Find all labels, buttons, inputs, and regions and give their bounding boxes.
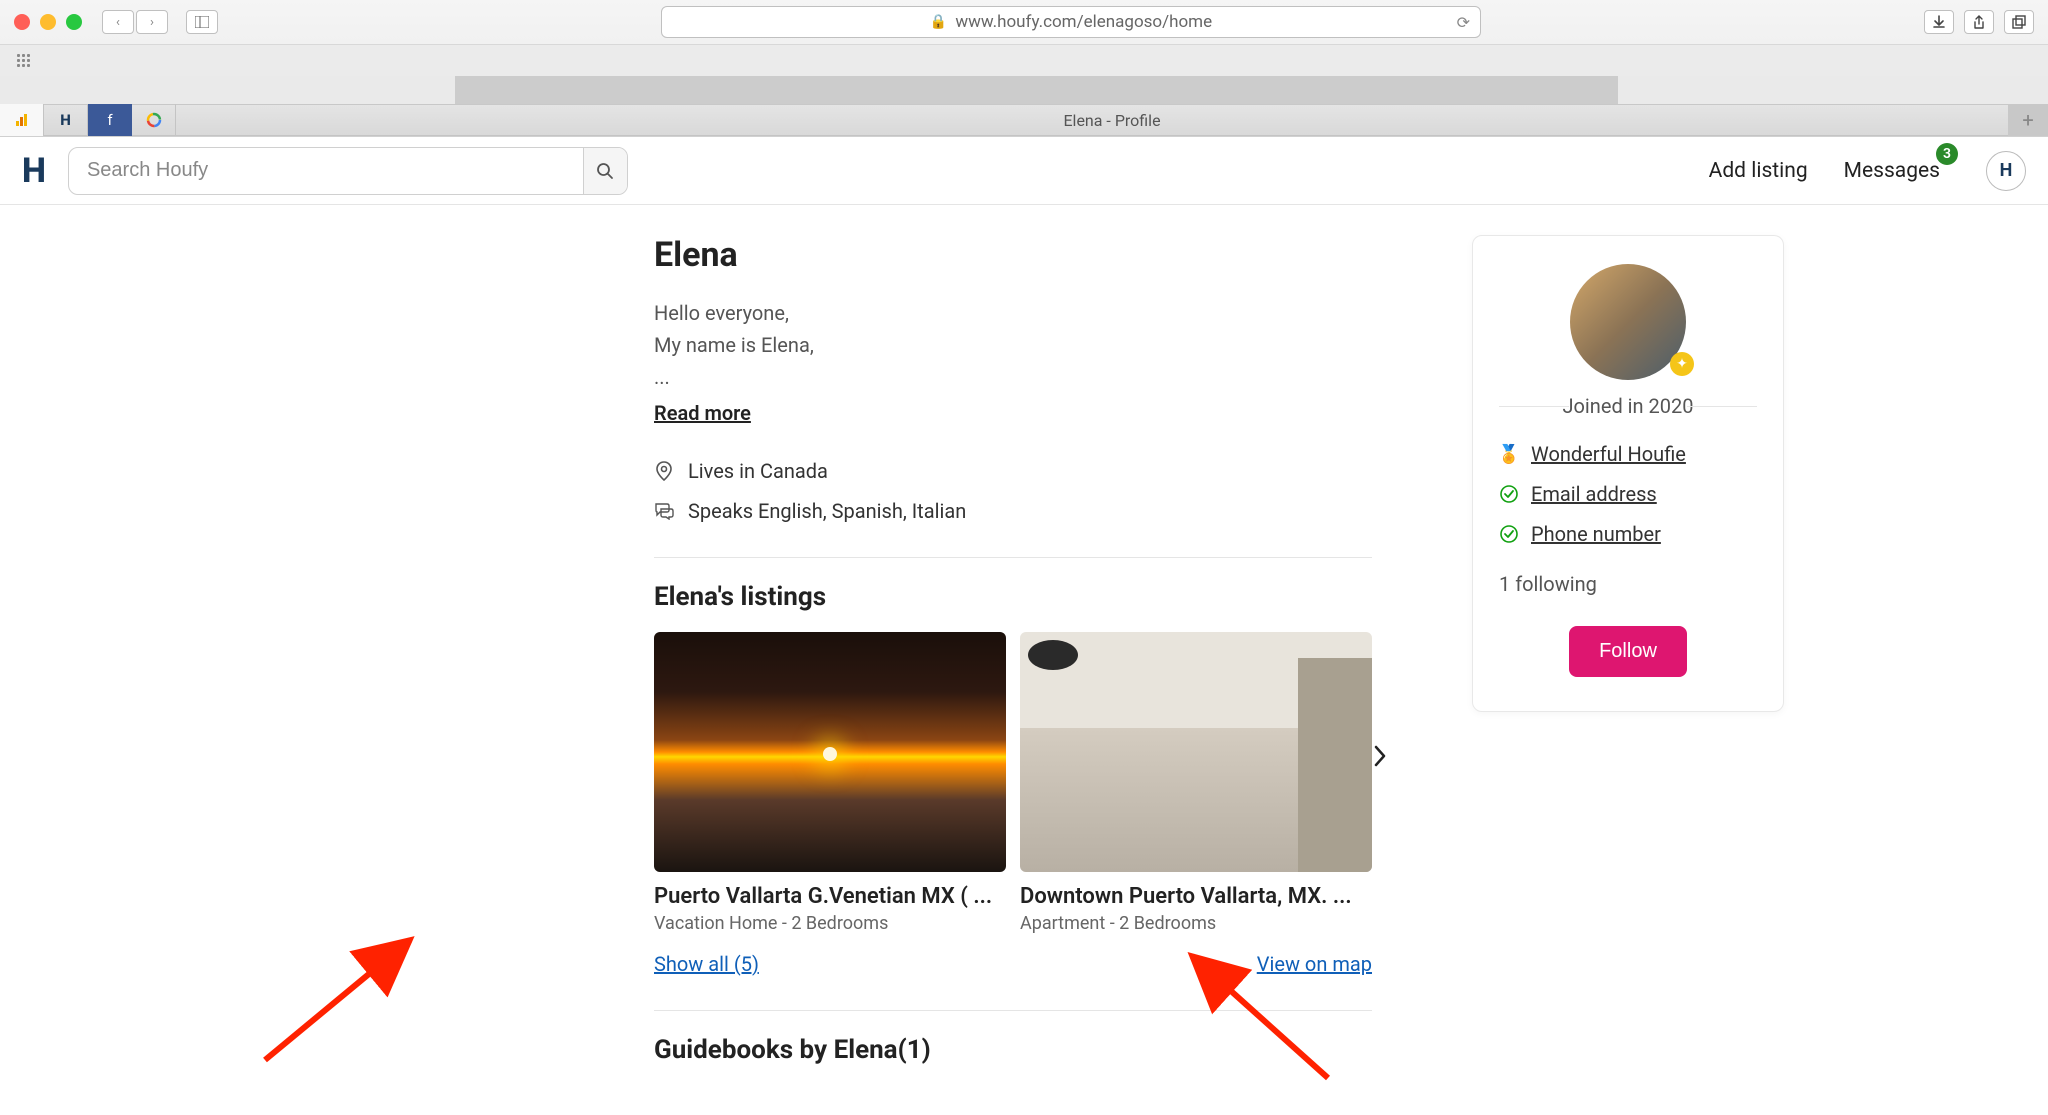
share-icon[interactable] [1964,10,1994,34]
listings-carousel: Puerto Vallarta G.Venetian MX ( ... Vaca… [654,632,1372,934]
site-logo[interactable]: H [22,151,44,191]
messages-link[interactable]: Messages 3 [1838,151,1946,191]
reload-icon[interactable]: ⟳ [1457,13,1470,32]
listing-title: Puerto Vallarta G.Venetian MX ( ... [654,884,1006,909]
section-divider [654,557,1372,558]
follow-button[interactable]: Follow [1569,626,1687,677]
url-text: www.houfy.com/elenagoso/home [955,12,1212,32]
window-controls [14,14,82,30]
tab-title[interactable]: Elena - Profile [176,111,2048,130]
check-circle-icon [1499,484,1519,504]
listing-card[interactable]: Puerto Vallarta G.Venetian MX ( ... Vaca… [654,632,1006,934]
phone-verified-row[interactable]: Phone number [1499,522,1757,546]
close-window-button[interactable] [14,14,30,30]
profile-name: Elena [654,235,1372,275]
toolbar-spacer [0,76,2048,104]
page-body: Elena Hello everyone, My name is Elena, … [224,205,1824,1115]
section-divider [654,1010,1372,1011]
search-input[interactable] [69,159,583,182]
info-languages: Speaks English, Spanish, Italian [654,499,1372,523]
tabs-icon[interactable] [2004,10,2034,34]
favicon-houfy[interactable]: H [44,104,88,136]
check-circle-icon [1499,524,1519,544]
profile-avatar[interactable] [1570,264,1686,380]
email-label: Email address [1531,482,1657,506]
listing-subtitle: Apartment - 2 Bedrooms [1020,913,1372,934]
download-icon[interactable] [1924,10,1954,34]
bio-line-3: ... [654,361,1372,393]
maximize-window-button[interactable] [66,14,82,30]
listing-card[interactable]: Downtown Puerto Vallarta, MX. ... Apartm… [1020,632,1372,934]
listing-title: Downtown Puerto Vallarta, MX. ... [1020,884,1372,909]
wonderful-houfie-label: Wonderful Houfie [1531,442,1686,466]
tab-bar: H f Elena - Profile + [0,104,2048,136]
site-header: H Add listing Messages 3 H [0,137,2048,205]
back-button[interactable]: ‹ [102,10,134,34]
wonderful-houfie-row[interactable]: 🏅 Wonderful Houfie [1499,442,1757,466]
new-tab-button[interactable]: + [2008,104,2048,136]
bio-line-1: Hello everyone, [654,297,1372,329]
following-count[interactable]: 1 following [1499,572,1757,596]
chat-bubble-icon [654,501,674,521]
search-button[interactable] [583,147,627,195]
info-location: Lives in Canada [654,459,1372,483]
listing-subtitle: Vacation Home - 2 Bedrooms [654,913,1006,934]
profile-sidebar-card: ✦ Joined in 2020 🏅 Wonderful Houfie Emai… [1472,235,1784,712]
listing-image [1020,632,1372,872]
lock-icon: 🔒 [930,14,947,30]
languages-text: Speaks English, Spanish, Italian [688,499,966,523]
verified-badge-icon: ✦ [1670,352,1694,376]
email-verified-row[interactable]: Email address [1499,482,1757,506]
favicon-google[interactable] [132,104,176,136]
bookmarks-bar [0,44,2048,76]
messages-label: Messages [1844,159,1940,183]
browser-chrome: ‹ › 🔒 www.houfy.com/elenagoso/home ⟳ [0,0,2048,137]
favicon-facebook[interactable]: f [88,104,132,136]
show-all-link[interactable]: Show all (5) [654,952,759,976]
location-pin-icon [654,461,674,481]
search-icon [596,162,614,180]
chevron-right-icon [1373,745,1387,767]
medal-icon: 🏅 [1499,444,1519,464]
apps-grid-icon[interactable] [14,52,32,70]
user-avatar[interactable]: H [1986,151,2026,191]
guidebooks-heading: Guidebooks by Elena(1) [654,1035,1372,1065]
url-bar[interactable]: 🔒 www.houfy.com/elenagoso/home ⟳ [661,6,1481,38]
sidebar-toggle-icon[interactable] [186,10,218,34]
read-more-link[interactable]: Read more [654,401,751,425]
favicon-analytics[interactable] [0,104,44,136]
search-container [68,147,628,195]
forward-button[interactable]: › [136,10,168,34]
carousel-next-button[interactable] [1366,742,1394,770]
view-on-map-link[interactable]: View on map [1257,952,1372,976]
add-listing-link[interactable]: Add listing [1703,151,1814,191]
bio-line-2: My name is Elena, [654,329,1372,361]
minimize-window-button[interactable] [40,14,56,30]
location-text: Lives in Canada [688,459,828,483]
listing-image [654,632,1006,872]
phone-label: Phone number [1531,522,1661,546]
messages-badge: 3 [1936,143,1958,165]
joined-text: Joined in 2020 [1548,394,1707,418]
listings-heading: Elena's listings [654,582,1372,612]
